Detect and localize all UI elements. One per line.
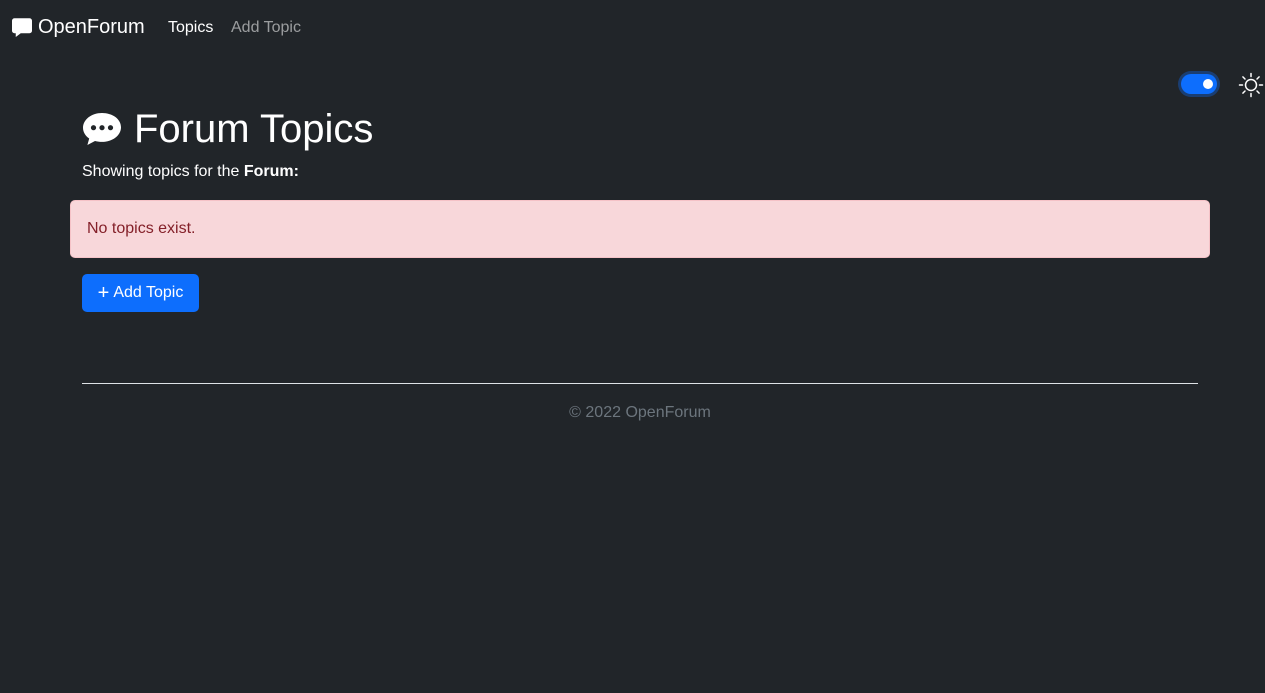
footer-divider [82,383,1198,384]
nav-add-topic-link[interactable]: Add Topic [231,19,301,37]
no-topics-alert: No topics exist. [70,200,1210,258]
chat-dots-icon [82,112,122,146]
toggle-knob [1203,79,1213,89]
brand-link[interactable]: OpenForum [12,16,145,39]
page-title-text: Forum Topics [134,107,374,151]
page-title: Forum Topics [82,106,373,152]
subtitle-forum-name: Forum: [243,163,299,180]
add-topic-button-label: Add Topic [113,284,184,301]
nav-topics-link[interactable]: Topics [168,19,213,37]
subtitle: Showing topics for the Forum: [82,163,299,181]
chat-square-icon [12,17,32,39]
theme-toggle[interactable] [1181,74,1217,94]
alert-text: No topics exist. [87,220,196,237]
navbar: OpenForum Topics Add Topic [0,0,1265,56]
plus-icon: + [97,282,110,304]
footer-copyright: © 2022 OpenForum [569,404,711,421]
brand-label: OpenForum [38,16,145,38]
sun-icon [1238,72,1264,98]
subtitle-prefix: Showing topics for the [82,163,244,180]
add-topic-button[interactable]: + Add Topic [82,274,199,312]
